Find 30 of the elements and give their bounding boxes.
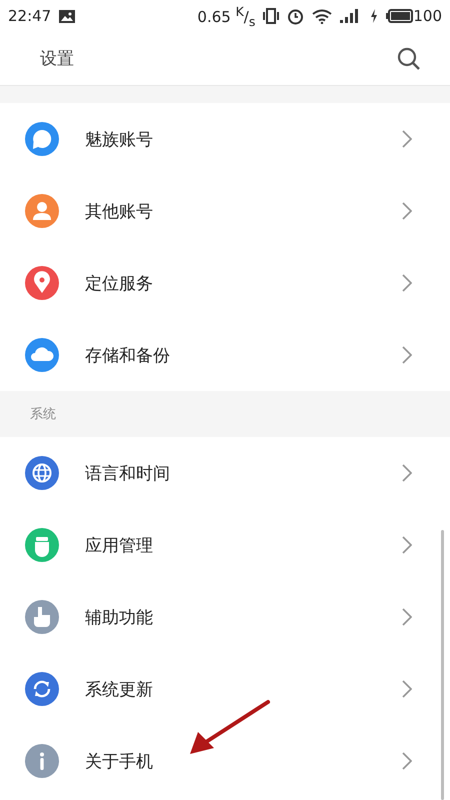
search-icon[interactable] (397, 46, 421, 70)
settings-item[interactable]: 应用管理 (0, 509, 450, 581)
settings-item[interactable]: 关于手机 (0, 725, 450, 797)
alarm-icon (287, 8, 304, 24)
chevron-icon (402, 202, 412, 220)
chevron-icon (402, 346, 412, 364)
section-header: 系统 (30, 406, 56, 423)
settings-item[interactable]: 存储和备份 (0, 319, 450, 391)
network-speed: 0.65 $^{K}$/$_{s}$ (197, 4, 256, 28)
chevron-icon (402, 130, 412, 148)
wifi-icon (312, 8, 332, 24)
chevron-icon (402, 608, 412, 626)
vibrate-icon (263, 8, 280, 24)
settings-item[interactable]: 定位服务 (0, 247, 450, 319)
chevron-icon (402, 464, 412, 482)
image-icon (59, 10, 76, 22)
chevron-icon (402, 536, 412, 554)
battery-level: 100 (413, 7, 442, 25)
settings-item[interactable]: 其他账号 (0, 175, 450, 247)
chevron-icon (402, 274, 412, 292)
chevron-icon (402, 680, 412, 698)
settings-item[interactable]: 魅族账号 (0, 103, 450, 175)
battery-icon (386, 9, 414, 23)
settings-item[interactable]: 系统更新 (0, 653, 450, 725)
settings-item[interactable]: 辅助功能 (0, 581, 450, 653)
page-title: 设置 (40, 48, 74, 70)
charging-icon (370, 9, 378, 23)
chevron-icon (402, 752, 412, 770)
settings-item[interactable]: 语言和时间 (0, 437, 450, 509)
status-time: 22:47 (8, 7, 52, 25)
